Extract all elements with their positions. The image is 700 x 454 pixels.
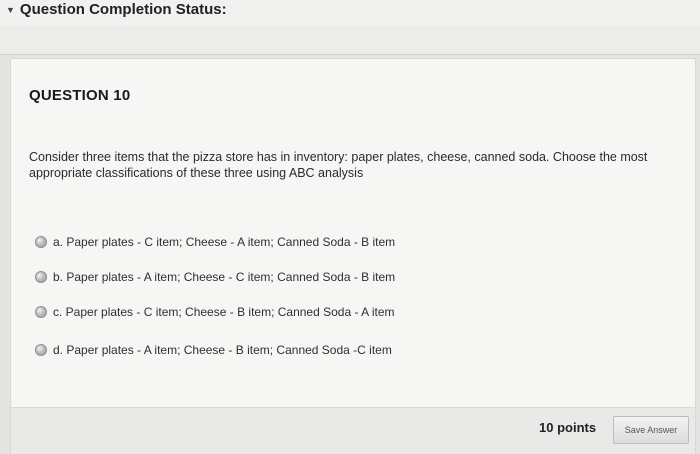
radio-button-icon[interactable] (35, 306, 47, 318)
radio-button-icon[interactable] (35, 344, 47, 356)
question-title: QUESTION 10 (29, 87, 131, 104)
radio-button-icon[interactable] (35, 236, 47, 248)
caret-down-icon: ▼ (6, 4, 15, 15)
answer-option-label: d. Paper plates - A item; Cheese - B ite… (53, 343, 392, 357)
answer-option-label: c. Paper plates - C item; Cheese - B ite… (53, 305, 395, 319)
header-band (0, 26, 700, 55)
points-label: 10 points (539, 420, 597, 435)
answer-option-label: a. Paper plates - C item; Cheese - A ite… (53, 235, 396, 249)
question-completion-status-toggle[interactable]: ▼ Question Completion Status: (6, 1, 227, 18)
answer-option-label: b. Paper plates - A item; Cheese - C ite… (53, 270, 396, 284)
question-panel: QUESTION 10 Consider three items that th… (10, 58, 696, 454)
save-answer-button[interactable]: Save Answer (613, 416, 689, 444)
question-footer: 10 points Save Answer (11, 407, 695, 454)
answer-option-c[interactable]: c. Paper plates - C item; Cheese - B ite… (35, 305, 395, 319)
radio-button-icon[interactable] (35, 271, 47, 283)
answer-option-b[interactable]: b. Paper plates - A item; Cheese - C ite… (35, 270, 395, 284)
answer-option-d[interactable]: d. Paper plates - A item; Cheese - B ite… (35, 343, 392, 357)
top-bar: ▼ Question Completion Status: (0, 0, 700, 27)
question-completion-status-label: Question Completion Status: (19, 1, 227, 18)
question-text: Consider three items that the pizza stor… (29, 150, 648, 180)
answer-option-a[interactable]: a. Paper plates - C item; Cheese - A ite… (35, 235, 395, 249)
